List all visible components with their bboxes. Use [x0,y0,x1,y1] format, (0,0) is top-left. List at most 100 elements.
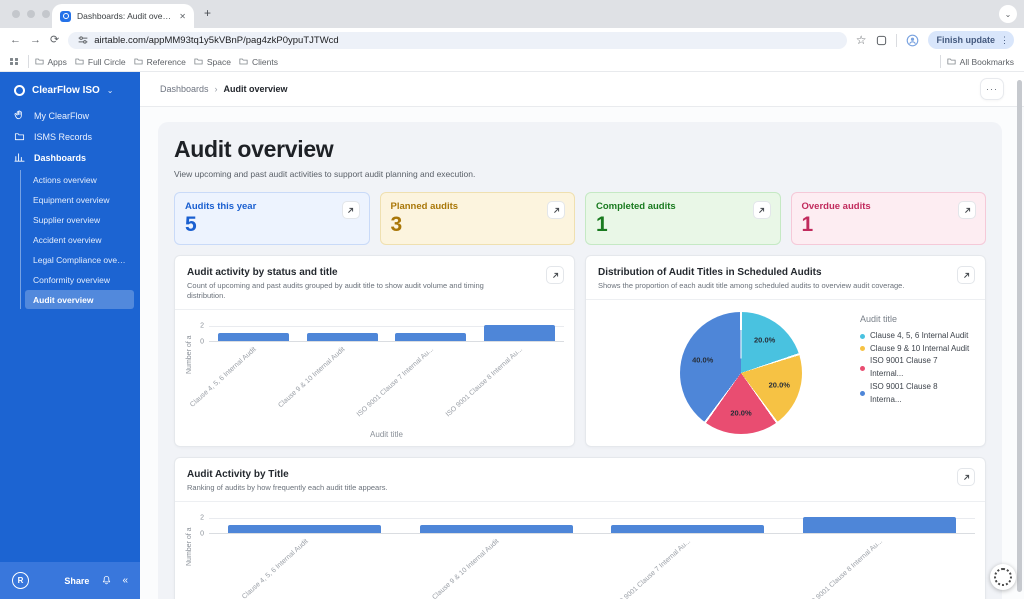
tab-search-chevron-icon[interactable]: ⌄ [999,5,1017,23]
sidebar-subitem-equipment-overview[interactable]: Equipment overview [25,190,134,209]
expand-icon[interactable] [957,266,975,284]
bar-column [592,518,784,533]
hand-wave-icon [14,110,25,121]
breadcrumb-dashboards[interactable]: Dashboards [160,84,209,94]
legend-title: Audit title [860,314,971,324]
user-avatar[interactable]: R [12,572,29,589]
expand-icon[interactable] [547,201,565,219]
bookmark-item[interactable]: Apps [35,57,67,67]
bar-column [209,326,298,341]
back-icon[interactable]: ← [10,35,21,46]
x-tick-label: Clause 9 & 10 Internal Audit [278,346,347,409]
window-controls[interactable] [12,10,50,18]
sidebar-subitem-actions-overview[interactable]: Actions overview [25,170,134,189]
bookmarks-separator [28,55,29,68]
sidebar-subitem-conformity-overview[interactable]: Conformity overview [25,270,134,289]
bar-chart: Number of a 2 0 Clause 4, 5, 6 Internal … [183,326,564,444]
bar-column [784,518,976,533]
chart-title: Distribution of Audit Titles in Schedule… [598,267,973,278]
bar [420,525,573,533]
collapse-sidebar-icon[interactable]: « [122,575,128,586]
expand-icon[interactable] [958,201,976,219]
dashboard-container: Audit overview View upcoming and past au… [158,122,1002,599]
sidebar-item-my-clearflow[interactable]: My ClearFlow [0,105,140,126]
expand-icon[interactable] [342,201,360,219]
expand-icon[interactable] [753,201,771,219]
stat-card-planned-audits[interactable]: Planned audits 3 [380,192,576,245]
chart-card-audit-title-distribution: Distribution of Audit Titles in Schedule… [585,255,986,447]
folder-icon [194,57,203,66]
pie-slice-label: 40.0% [692,356,713,365]
bar [395,333,466,341]
breadcrumb: Dashboards › Audit overview ··· [140,72,1024,107]
page-more-button[interactable]: ··· [980,78,1004,100]
expand-icon[interactable] [957,468,975,486]
bar-chart-icon [14,152,25,163]
folder-icon [239,57,248,66]
x-axis-title: Audit title [209,430,564,444]
expand-icon[interactable] [546,266,564,284]
divider [175,501,985,502]
sidebar-subitem-supplier-overview[interactable]: Supplier overview [25,210,134,229]
legend-dot-icon [860,346,865,351]
bar [228,525,381,533]
x-axis-labels: Clause 4, 5, 6 Internal AuditClause 9 & … [209,534,975,599]
profile-avatar-icon[interactable] [906,34,919,47]
bookmark-star-icon[interactable]: ☆ [856,34,867,46]
bookmark-item[interactable]: Space [194,57,231,67]
chart-card-audit-activity-status: Audit activity by status and title Count… [174,255,575,447]
chart-card-audit-activity-by-title: Audit Activity by Title Ranking of audit… [174,457,986,599]
tab-title: Dashboards: Audit overview [77,11,173,21]
finish-update-button[interactable]: Finish update ⋮ [928,31,1015,49]
sidebar-item-dashboards[interactable]: Dashboards [0,147,140,168]
chart-subtitle: Count of upcoming and past audits groupe… [187,281,562,301]
browser-tabstrip: Dashboards: Audit overview ✕ + ⌄ [0,0,1024,28]
bar [307,333,378,341]
stat-card-overdue-audits[interactable]: Overdue audits 1 [791,192,987,245]
workspace-name: ClearFlow ISO [32,85,100,96]
legend-dot-icon [860,391,865,396]
chevron-down-icon: ⌄ [107,86,114,95]
legend-item: Clause 9 & 10 Internal Audit [860,343,971,356]
browser-tab[interactable]: Dashboards: Audit overview ✕ [52,4,194,28]
bar-chart: Number of a 2 0 Clause 4, 5, 6 Internal … [183,518,975,599]
bar [484,325,555,341]
tab-close-icon[interactable]: ✕ [179,12,186,21]
stat-card-completed-audits[interactable]: Completed audits 1 [585,192,781,245]
breadcrumb-sep-icon: › [215,84,218,94]
bar-column [401,518,593,533]
sidebar: ClearFlow ISO ⌄ My ClearFlow ISMS Record… [0,72,140,599]
sidebar-subitem-legal-compliance-overv[interactable]: Legal Compliance overv... [25,250,134,269]
bookmark-item[interactable]: Clients [239,57,278,67]
folder-icon [35,57,44,66]
site-info-icon[interactable] [78,35,88,45]
reload-icon[interactable]: ⟳ [50,35,59,46]
sidebar-item-isms-records[interactable]: ISMS Records [0,126,140,147]
airtable-favicon-icon [60,11,71,22]
workspace-switcher[interactable]: ClearFlow ISO ⌄ [0,72,140,105]
sidebar-subitem-accident-overview[interactable]: Accident overview [25,230,134,249]
all-bookmarks-button[interactable]: All Bookmarks [947,57,1014,67]
page-title: Audit overview [174,136,986,163]
new-tab-button[interactable]: + [204,6,211,20]
stat-card-audits-this-year[interactable]: Audits this year 5 [174,192,370,245]
forward-icon[interactable]: → [30,35,41,46]
stat-cards-row: Audits this year 5 Planned audits 3 Comp… [174,192,986,245]
legend-item: Clause 4, 5, 6 Internal Audit [860,330,971,343]
chart-subtitle: Ranking of audits by how frequently each… [187,483,973,493]
bookmark-item[interactable]: Reference [134,57,186,67]
address-bar[interactable]: airtable.com/appMM93tq1y5kVBnP/pag4zkP0y… [68,32,847,49]
tab-group-icon[interactable] [876,35,887,46]
bookmark-item[interactable]: Full Circle [75,57,126,67]
update-menu-icon[interactable]: ⋮ [1000,35,1009,46]
sidebar-subitem-audit-overview[interactable]: Audit overview [25,290,134,309]
x-axis-labels: Clause 4, 5, 6 Internal AuditClause 9 & … [209,342,564,430]
page-scrollbar[interactable] [1017,80,1022,592]
bookmarks-bar: Apps Full Circle Reference Space Clients All… [0,52,1024,72]
divider [175,309,574,310]
pie-slice-label: 20.0% [769,381,790,390]
apps-grid-icon[interactable] [10,58,18,66]
bell-icon[interactable] [101,575,112,586]
main-area: Dashboards › Audit overview ··· Audit ov… [140,72,1024,599]
share-button[interactable]: Share [64,576,89,586]
